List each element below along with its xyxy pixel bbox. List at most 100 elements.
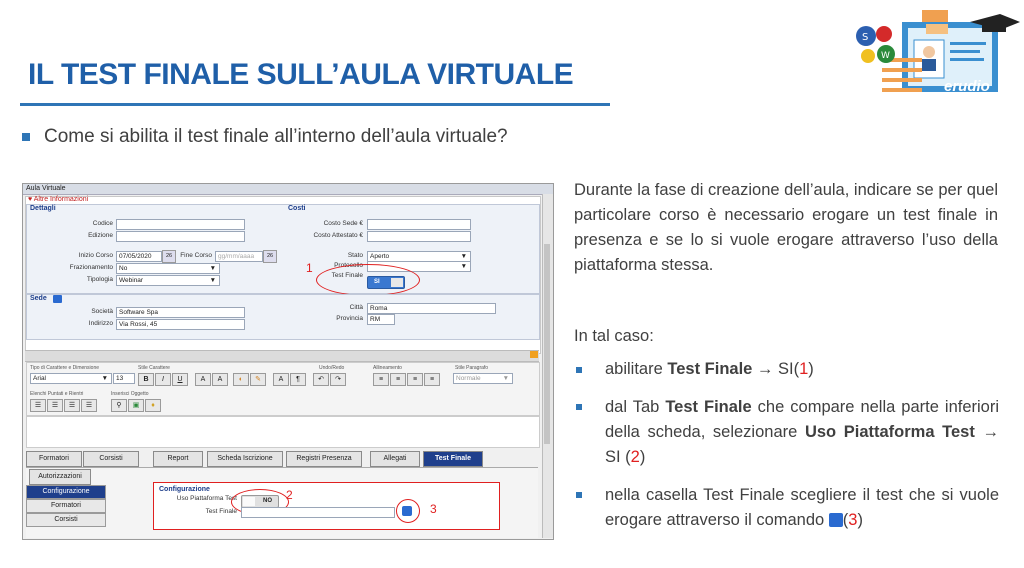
italic-button[interactable]: I (155, 373, 171, 386)
step-2: dal Tab Test Finale che compare nella pa… (605, 395, 999, 470)
intro-paragraph: Durante la fase di creazione dell’aula, … (574, 181, 998, 274)
numbered-list-icon[interactable]: ☰ (47, 399, 63, 412)
codice-input[interactable] (116, 219, 245, 230)
paragraph-icon[interactable]: ¶ (290, 373, 306, 386)
step-text: dal Tab (605, 398, 666, 416)
bullet-list-icon[interactable]: ☰ (30, 399, 46, 412)
step-1: abilitare Test Finale → SI(1) (605, 357, 999, 382)
brush-icon[interactable]: ✎ (250, 373, 266, 386)
tab-scheda-iscrizione[interactable]: Scheda Iscrizione (207, 451, 283, 467)
collapse-toggle[interactable]: ♥ Altre Informazioni (28, 196, 88, 203)
svg-text:S: S (862, 32, 868, 43)
editor-body[interactable] (26, 416, 540, 448)
subtab-label: Autorizzazioni (38, 473, 82, 480)
lists-group-label: Elenchi Puntati e Rientri (30, 391, 84, 397)
provincia-input[interactable]: RM (367, 314, 395, 325)
dropdown-arrow-icon: ▼ (209, 265, 216, 272)
tab-registri-presenza[interactable]: Registri Presenza (286, 451, 362, 467)
indirizzo-input[interactable]: Via Rossi, 45 (116, 319, 245, 330)
step-text: ) (639, 448, 646, 466)
para-group-label: Stile Paragrafo (455, 365, 489, 371)
undo-group-label: Undo/Redo (319, 365, 345, 371)
step-number: 2 (630, 448, 640, 466)
align-center-icon[interactable]: ≡ (390, 373, 406, 386)
societa-input[interactable]: Software Spa (116, 307, 245, 318)
tab-test-finale[interactable]: Test Finale (423, 451, 483, 467)
para-style-value: Normale (456, 375, 481, 382)
superscript-icon[interactable]: A (212, 373, 228, 386)
calendar-button[interactable]: 26 (263, 250, 277, 263)
logo-wordmark: erudio (944, 78, 990, 95)
dropdown-arrow-icon: ▼ (460, 263, 467, 270)
sidebar-formatori[interactable]: Formatori (26, 499, 106, 513)
erudio-logo: S W (852, 8, 1020, 100)
subtab-autorizzazioni[interactable]: Autorizzazioni (29, 469, 91, 485)
step-bold: Uso Piattaforma Test (804, 423, 975, 441)
align-left-icon[interactable]: ≡ (373, 373, 389, 386)
expand-icon[interactable] (530, 351, 538, 358)
provincia-label: Provincia (336, 315, 363, 322)
step-bold: Test Finale (667, 360, 753, 378)
dropdown-arrow-icon: ▼ (101, 375, 108, 382)
font-group-label: Tipo di Carattere e Dimensione (30, 365, 100, 371)
fine-corso-input[interactable]: gg/mm/aaaa (215, 251, 263, 262)
underline-button[interactable]: U (172, 373, 188, 386)
undo-icon[interactable]: ↶ (313, 373, 329, 386)
marker-2: 2 (286, 488, 293, 502)
lightbulb-icon[interactable]: ♦ (145, 399, 161, 412)
costo-attestato-input[interactable] (367, 231, 471, 242)
sidebar-configurazione[interactable]: Configurazione (26, 485, 106, 499)
inizio-corso-label: Inizio Corso (78, 252, 113, 259)
indent-icon[interactable]: ☰ (81, 399, 97, 412)
costo-sede-label: Costo Sede € (323, 220, 363, 227)
test-finale-config-input[interactable] (241, 507, 395, 518)
font-color-icon[interactable]: A (195, 373, 211, 386)
scrollbar-thumb[interactable] (544, 244, 550, 444)
indirizzo-label: Indirizzo (88, 320, 113, 327)
tab-corsisti[interactable]: Corsisti (83, 451, 139, 467)
image-icon[interactable]: ▣ (128, 399, 144, 412)
step-text: ) (808, 360, 814, 378)
step-number: 1 (799, 360, 809, 378)
bullet-icon (576, 367, 582, 373)
frazionamento-select[interactable]: No ▼ (116, 263, 220, 274)
tab-report[interactable]: Report (153, 451, 203, 467)
tab-allegati[interactable]: Allegati (370, 451, 420, 467)
highlight-icon[interactable]: ◐ (233, 373, 249, 386)
title-underline (20, 103, 610, 106)
citta-input[interactable]: Roma (367, 303, 496, 314)
outdent-icon[interactable]: ☰ (64, 399, 80, 412)
size-value: 13 (116, 375, 124, 382)
font-select[interactable]: Arial ▼ (30, 373, 112, 384)
align-justify-icon[interactable]: ≡ (424, 373, 440, 386)
redo-icon[interactable]: ↷ (330, 373, 346, 386)
tipologia-label: Tipologia (86, 276, 113, 283)
slide-question: Come si abilita il test finale all’inter… (44, 126, 508, 147)
frazionamento-label: Frazionamento (69, 264, 113, 271)
in-tal-caso: In tal caso: (574, 327, 654, 345)
tipologia-select[interactable]: Webinar ▼ (116, 275, 220, 286)
codice-label: Codice (92, 220, 113, 227)
tab-label: Formatori (39, 455, 69, 462)
costo-sede-input[interactable] (367, 219, 471, 230)
para-style-select[interactable]: Normale ▼ (453, 373, 513, 384)
tab-label: Report (167, 455, 189, 462)
bullet-icon (576, 492, 582, 498)
calendar-button[interactable]: 26 (162, 250, 176, 263)
edit-icon[interactable] (53, 295, 62, 303)
bold-button[interactable]: B (138, 373, 154, 386)
costi-heading: Costi (288, 205, 306, 212)
spell-icon[interactable]: A (273, 373, 289, 386)
configurazione-heading: Configurazione (159, 486, 210, 493)
tab-formatori[interactable]: Formatori (26, 451, 82, 467)
inizio-corso-input[interactable]: 07/05/2020 (116, 251, 162, 262)
link-icon[interactable]: ⚲ (111, 399, 127, 412)
align-right-icon[interactable]: ≡ (407, 373, 423, 386)
font-value: Arial (33, 375, 47, 382)
sidebar-corsisti[interactable]: Corsisti (26, 513, 106, 527)
size-select[interactable]: 13 (113, 373, 135, 384)
step-text: abilitare (605, 360, 668, 378)
insert-group-label: Inserisci Oggetto (111, 391, 149, 397)
edizione-input[interactable] (116, 231, 245, 242)
step-bold: Test Finale (665, 398, 752, 416)
